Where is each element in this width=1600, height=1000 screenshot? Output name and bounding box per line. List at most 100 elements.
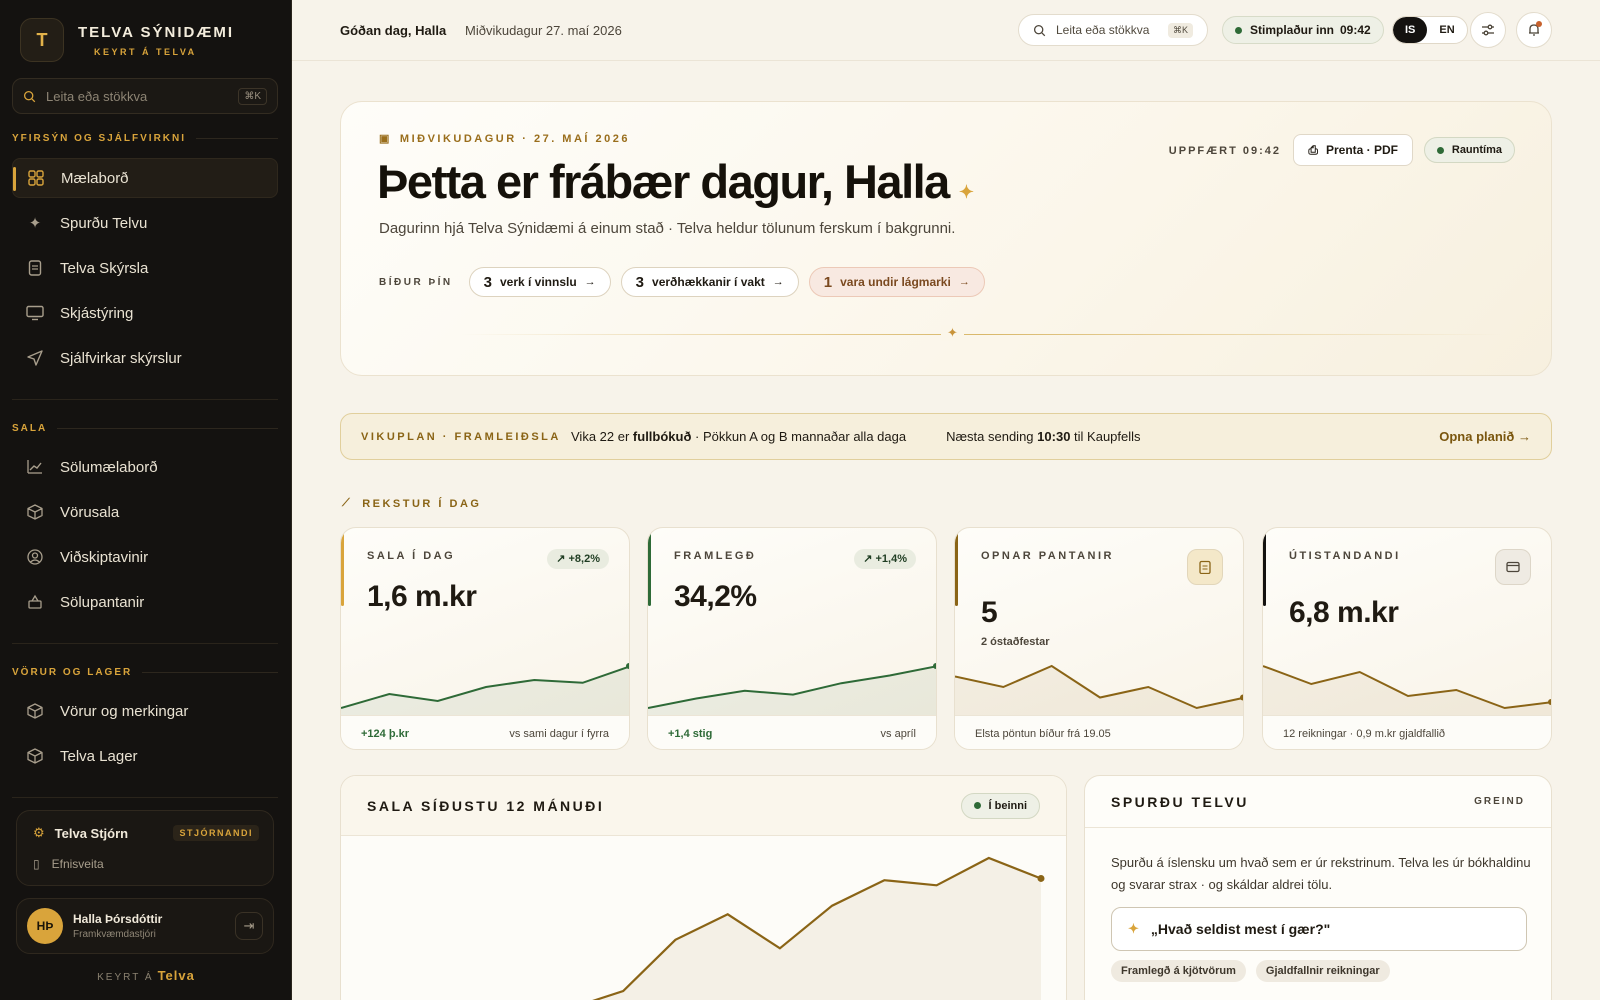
sidebar-item-screen[interactable]: Skjástýring [12, 293, 278, 333]
kpi-value: 34,2% [674, 580, 757, 613]
ask-telva-card: SPURÐU TELVU GREIND Spurðu á íslensku um… [1084, 775, 1552, 1000]
greeting: Góðan dag, Halla [340, 22, 447, 38]
avatar: HÞ [27, 908, 63, 944]
trend-badge: ↗ +8,2% [547, 549, 609, 569]
chip-tasks[interactable]: 3 verk í vinnslu → [468, 267, 611, 297]
hero-date: ▣ MIÐVIKUDAGUR · 27. MAÍ 2026 [379, 133, 630, 145]
sparkline [648, 663, 936, 716]
kpi-label: OPNAR PANTANIR [981, 550, 1114, 562]
sidebar-item-label: Sölupantanir [60, 593, 145, 611]
sparkle-icon: ✦ [1128, 921, 1139, 936]
sidebar-item-report[interactable]: Telva Skýrsla [12, 248, 278, 288]
content-feed-link[interactable]: ▯ Efnisveita [33, 857, 259, 871]
sidebar-item-products[interactable]: Vörur og merkingar [12, 691, 278, 731]
brand[interactable]: T TELVA SÝNIDÆMI KEYRT Á TELVA [20, 18, 234, 62]
area-fill [595, 858, 1041, 1000]
document-icon [26, 259, 44, 277]
area-fill [648, 666, 936, 716]
section-products: VÖRUR OG LAGER [12, 667, 278, 678]
search-shortcut: ⌘K [1167, 22, 1193, 38]
plan-next-shipment: Næsta sending 10:30 til Kaupfells [946, 429, 1141, 444]
clock-label: Stimplaður inn [1250, 23, 1334, 37]
chip-low-stock[interactable]: 1 vara undir lágmarki → [808, 267, 985, 297]
suggestions: Framlegð á kjötvörum Gjaldfallnir reikni… [1111, 960, 1400, 982]
chip-price-increases[interactable]: 3 verðhækkanir í vakt → [620, 267, 799, 297]
page-title: Þetta er frábær dagur, Halla ✦ [377, 155, 974, 208]
sidebar-item-ask-telva[interactable]: ✦ Spurðu Telvu [12, 203, 278, 243]
chart-title: SALA SÍÐUSTU 12 MÁNUÐI [367, 797, 605, 814]
live-badge: Í beinni [960, 792, 1040, 819]
suggestion-chip[interactable]: Framlegð á kjötvörum [1111, 960, 1246, 982]
realtime-badge: Rauntíma [1423, 137, 1515, 163]
ask-description: Spurðu á íslensku um hvað sem er úr reks… [1111, 855, 1531, 892]
chart-line-icon: ⟋ [342, 497, 353, 509]
search-icon [1033, 24, 1046, 36]
waiting-label: BÍÐUR ÞÍN [379, 276, 453, 288]
admin-link[interactable]: ⚙ Telva Stjórn STJÓRNANDI [33, 825, 259, 841]
sales-chart-card: SALA SÍÐUSTU 12 MÁNUÐI Í beinni [340, 775, 1067, 1000]
lang-is-button[interactable]: IS [1393, 17, 1428, 43]
sparkle-icon: ✦ [958, 182, 974, 202]
sparkline [1263, 665, 1551, 716]
ask-input[interactable]: ✦ „Hvað seldist mest í gær?" [1111, 907, 1527, 951]
sidebar-item-label: Telva Skýrsla [60, 259, 149, 277]
ask-tag: GREIND [1474, 796, 1525, 807]
user-card: HÞ Halla Þórsdóttir Framkvæmdastjóri ⇥ [16, 898, 274, 954]
section-overview: YFIRSÝN OG SJÁLFVIRKNI [12, 133, 278, 144]
kpi-sales-today[interactable]: SALA Í DAG ↗ +8,2% 1,6 m.kr +124 þ.kr vs … [340, 527, 630, 750]
kpi-margin[interactable]: FRAMLEGÐ ↗ +1,4% 34,2% +1,4 stig vs apríl [647, 527, 937, 750]
print-pdf-button[interactable]: ⎙ Prenta · PDF [1293, 134, 1413, 166]
box-icon [26, 747, 44, 765]
open-plan-link[interactable]: Opna planið → [1439, 429, 1531, 444]
updated-time: UPPFÆRT 09:42 [1168, 145, 1281, 157]
sidebar-item-sales-dashboard[interactable]: Sölumælaborð [12, 447, 278, 487]
user-circle-icon [26, 548, 44, 566]
sidebar-divider [12, 797, 278, 798]
kpi-outstanding[interactable]: ÚTISTANDANDI 6,8 m.kr 12 reikningar · 0,… [1262, 527, 1552, 750]
sidebar-item-auto-reports[interactable]: Sjálfvirkar skýrslur [12, 338, 278, 378]
plan-label: VIKUPLAN · FRAMLEIÐSLA [361, 430, 561, 443]
clipboard-icon [1187, 549, 1223, 585]
sidebar-footer: KEYRT Á Telva [97, 968, 195, 983]
sparkle-icon: ✦ [28, 215, 42, 232]
sidebar-search-placeholder: Leita eða stökkva [46, 88, 148, 104]
hero-subtitle: Dagurinn hjá Telva Sýnidæmi á einum stað… [379, 220, 956, 237]
sidebar-item-product-sales[interactable]: Vörusala [12, 492, 278, 532]
trend-badge: ↗ +1,4% [854, 549, 916, 569]
kpi-footer: Elsta pöntun bíður frá 19.05 [955, 715, 1243, 749]
search-icon [23, 90, 36, 102]
admin-title: Telva Stjórn [54, 825, 129, 841]
sidebar-item-label: Viðskiptavinir [60, 548, 149, 566]
sidebar-item-dashboard[interactable]: Mælaborð [12, 158, 278, 198]
status-dot [1436, 146, 1444, 154]
grid-icon [27, 169, 45, 187]
kpi-open-orders[interactable]: OPNAR PANTANIR 5 2 óstaðfestar Elsta pön… [954, 527, 1244, 750]
arrow-right-icon: → [772, 276, 784, 288]
sliders-icon [1482, 24, 1494, 36]
kpi-footer: +1,4 stig vs apríl [648, 715, 936, 749]
week-plan-banner: VIKUPLAN · FRAMLEIÐSLA Vika 22 er fullbó… [340, 413, 1552, 460]
suggestion-chip[interactable]: Gjaldfallnir reikningar [1255, 960, 1390, 982]
top-search-input[interactable]: Leita eða stökkva ⌘K [1018, 14, 1208, 46]
box-icon [26, 702, 44, 720]
sidebar-search-input[interactable]: Leita eða stökkva ⌘K [12, 78, 278, 114]
printer-icon: ⎙ [1308, 142, 1318, 157]
basket-icon [26, 593, 44, 611]
clock-in-status[interactable]: Stimplaður inn 09:42 [1222, 16, 1384, 44]
box-icon [26, 503, 44, 521]
logout-button[interactable]: ⇥ [235, 912, 263, 940]
sidebar-item-sales-orders[interactable]: Sölupantanir [12, 582, 278, 622]
status-dot [973, 802, 981, 809]
settings-button[interactable] [1470, 12, 1506, 48]
sidebar-item-label: Vörur og merkingar [60, 702, 189, 720]
sidebar-divider [12, 643, 278, 644]
sidebar-item-inventory[interactable]: Telva Lager [12, 736, 278, 776]
kpi-footer: 12 reikningar · 0,9 m.kr gjaldfallið [1263, 715, 1551, 749]
waiting-row: BÍÐUR ÞÍN 3 verk í vinnslu → 3 verðhækkanir… [379, 267, 995, 297]
status-dot [1235, 26, 1242, 34]
notifications-button[interactable] [1516, 12, 1552, 48]
lang-en-button[interactable]: EN [1427, 17, 1466, 43]
kpi-label: SALA Í DAG [367, 550, 456, 562]
sidebar-item-customers[interactable]: Viðskiptavinir [12, 537, 278, 577]
hero-divider [461, 334, 1501, 335]
